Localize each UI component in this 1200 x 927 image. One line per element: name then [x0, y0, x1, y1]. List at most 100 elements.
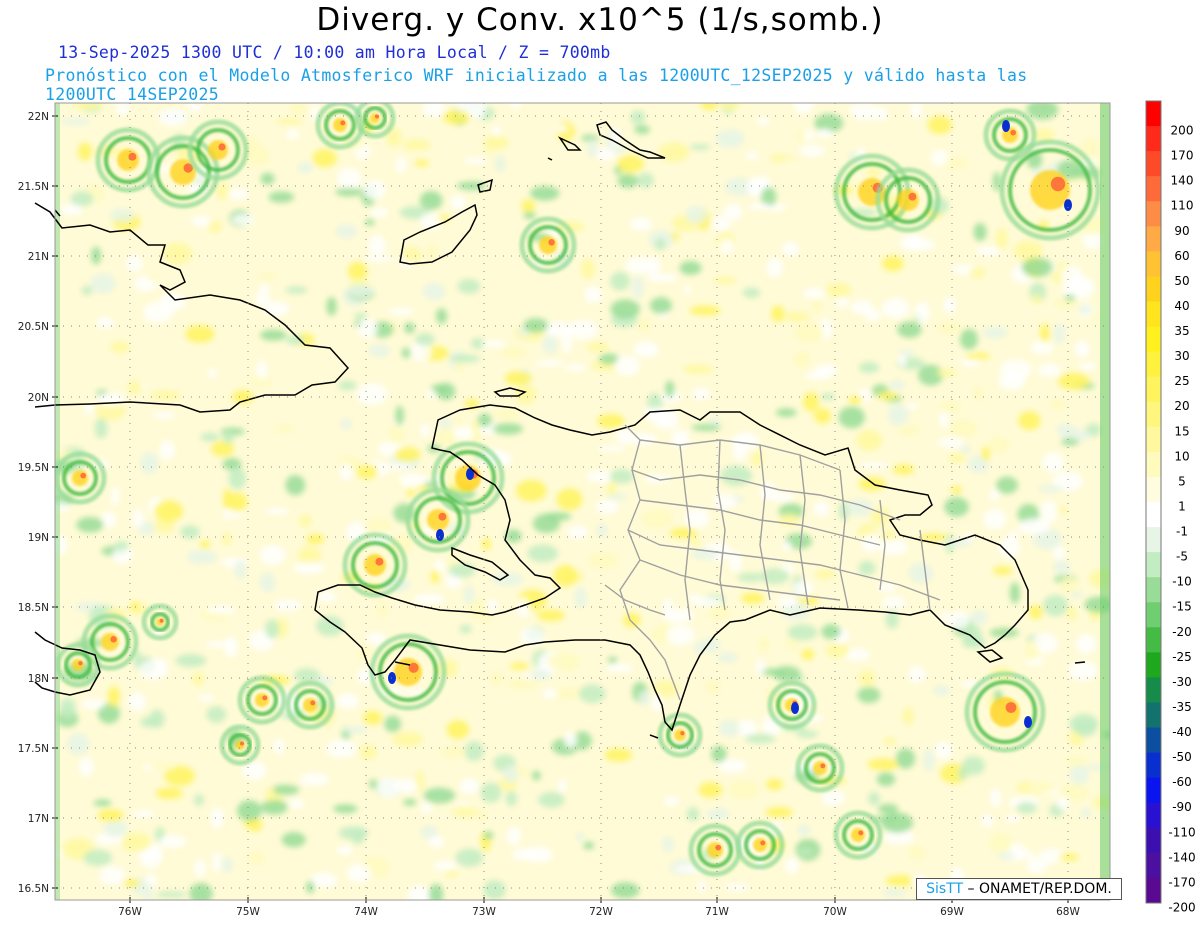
colorbar-label: 50 — [1174, 274, 1189, 288]
convection-cell — [519, 216, 577, 274]
strong-convergence-spot — [791, 702, 799, 714]
convection-cell — [315, 103, 365, 150]
colorbar-label: 20 — [1174, 399, 1189, 413]
colorbar-label: -40 — [1172, 725, 1192, 739]
lat-label: 22N — [28, 111, 49, 123]
colorbar-swatch — [1146, 877, 1161, 904]
colorbar-swatch — [1146, 602, 1161, 628]
colorbar-label: -15 — [1172, 600, 1192, 614]
colorbar-label: -25 — [1172, 650, 1192, 664]
colorbar-label: -200 — [1168, 900, 1195, 914]
colorbar-swatch — [1146, 777, 1161, 804]
lon-label: 72W — [589, 906, 613, 918]
convection-cell — [187, 119, 249, 181]
lon-label: 70W — [823, 906, 847, 918]
colorbar-swatch — [1146, 426, 1161, 453]
colorbar-label: -110 — [1168, 825, 1195, 839]
colorbar-swatch — [1146, 476, 1161, 503]
colorbar-swatch — [1146, 852, 1161, 879]
colorbar-swatch — [1146, 652, 1161, 678]
strong-convergence-spot — [1064, 199, 1072, 211]
colorbar-swatch — [1146, 376, 1161, 403]
colorbar-label: 200 — [1171, 124, 1194, 138]
colorbar-swatch — [1146, 451, 1161, 478]
colorbar-swatch — [1146, 727, 1161, 754]
lon-label: 68W — [1056, 906, 1080, 918]
colorbar-label: -170 — [1168, 875, 1195, 889]
convection-cell — [285, 680, 335, 730]
colorbar-swatch — [1146, 101, 1161, 127]
convection-cell — [875, 167, 941, 233]
colorbar-label: 90 — [1174, 224, 1189, 238]
lon-label: 74W — [354, 906, 378, 918]
convection-cell — [55, 642, 101, 688]
colorbar-label: -1 — [1176, 525, 1188, 539]
colorbar-swatch — [1146, 201, 1161, 227]
colorbar-label: -60 — [1172, 775, 1192, 789]
credit-box: SisTT – ONAMET/REP.DOM. — [916, 878, 1122, 900]
convection-cell — [833, 810, 883, 860]
colorbar-swatch — [1146, 702, 1161, 729]
field-layer — [55, 103, 1110, 900]
colorbar-swatch — [1146, 276, 1161, 302]
colorbar-swatch — [1146, 351, 1161, 378]
colorbar-swatch — [1146, 301, 1161, 328]
colorbar-label: -50 — [1172, 750, 1192, 764]
colorbar-swatch — [1146, 827, 1161, 854]
colorbar-swatch — [1146, 151, 1161, 177]
lat-label: 17N — [28, 813, 49, 825]
lat-label: 21N — [28, 251, 49, 263]
colorbar-label: 40 — [1174, 299, 1189, 313]
colorbar-swatch — [1146, 251, 1161, 277]
strong-convergence-spot — [1024, 716, 1032, 728]
colorbar-label: 110 — [1171, 199, 1194, 213]
convection-cell — [688, 823, 742, 877]
convection-cell — [342, 532, 408, 598]
colorbar-label: 1 — [1178, 499, 1186, 513]
colorbar-label: -30 — [1172, 675, 1192, 689]
lon-label: 69W — [940, 906, 964, 918]
lat-label: 16.5N — [18, 883, 49, 895]
colorbar-label: 15 — [1174, 424, 1189, 438]
convection-cell — [657, 712, 703, 758]
credit-org: – ONAMET/REP.DOM. — [967, 881, 1112, 897]
colorbar-swatch — [1146, 552, 1161, 578]
lat-label: 18.5N — [18, 602, 49, 614]
colorbar-label: 10 — [1174, 449, 1189, 463]
colorbar-label: -20 — [1172, 625, 1192, 639]
colorbar-swatch — [1146, 126, 1161, 152]
colorbar-label: 5 — [1178, 474, 1186, 488]
lat-label: 21.5N — [18, 181, 49, 193]
lat-label: 17.5N — [18, 743, 49, 755]
strong-convergence-spot — [436, 529, 444, 541]
convection-cell — [735, 820, 785, 870]
colorbar-label: 30 — [1174, 349, 1189, 363]
colorbar-swatch — [1146, 577, 1161, 603]
colorbar: 200 170 140 110 90 60 50 40 35 30 25 20 15 10 5 1 -1 -5 -1… — [1145, 100, 1196, 914]
colorbar-swatch — [1146, 527, 1161, 553]
convection-cell — [405, 487, 471, 553]
lat-label: 19.5N — [18, 462, 49, 474]
convection-cell — [81, 613, 139, 671]
colorbar-label: -10 — [1172, 575, 1192, 589]
lon-label: 73W — [472, 906, 496, 918]
colorbar-label: -5 — [1176, 550, 1188, 564]
lat-label: 18N — [28, 673, 49, 685]
convection-cell — [55, 451, 107, 505]
lat-label: 20.5N — [18, 321, 49, 333]
colorbar-label: 140 — [1171, 174, 1194, 188]
colorbar-swatch — [1146, 627, 1161, 653]
colorbar-swatch — [1146, 401, 1161, 428]
colorbar-label: -140 — [1168, 850, 1195, 864]
colorbar-swatch — [1146, 502, 1161, 528]
colorbar-swatch — [1146, 677, 1161, 703]
colorbar-label: 170 — [1171, 149, 1194, 163]
colorbar-swatch — [1146, 802, 1161, 829]
lat-label: 20N — [28, 392, 49, 404]
colorbar-swatch — [1146, 752, 1161, 779]
colorbar-label: -90 — [1172, 800, 1192, 814]
colorbar-label: 25 — [1174, 374, 1189, 388]
brand-logo: SisTT — [926, 881, 964, 897]
convection-cell — [983, 108, 1037, 162]
convection-cell — [237, 675, 287, 725]
